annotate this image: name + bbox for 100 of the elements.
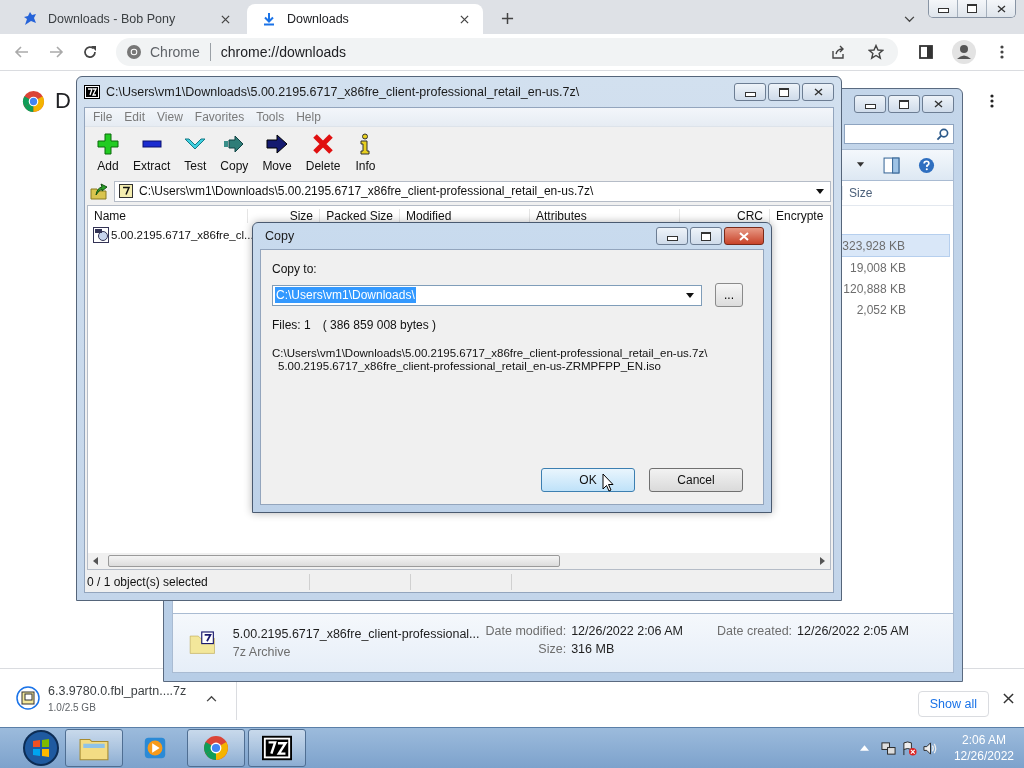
toolbar-button[interactable]: Test bbox=[178, 133, 213, 173]
restore-button[interactable] bbox=[957, 0, 986, 17]
toolbar-button[interactable]: Extract bbox=[127, 133, 177, 173]
close-icon bbox=[996, 4, 1006, 13]
browse-button[interactable]: ... bbox=[715, 283, 743, 307]
arrow-right-icon[interactable] bbox=[819, 557, 826, 565]
menu-item[interactable]: Tools bbox=[250, 110, 291, 124]
property-label: Date modified: bbox=[485, 624, 567, 638]
menu-item[interactable]: File bbox=[87, 110, 119, 124]
column-header[interactable]: Encrypte bbox=[770, 209, 830, 223]
reload-icon[interactable] bbox=[82, 44, 98, 60]
speaker-icon[interactable] bbox=[922, 740, 938, 756]
horizontal-scrollbar[interactable] bbox=[88, 553, 830, 569]
profile-icon[interactable] bbox=[952, 40, 976, 64]
caret-down-icon[interactable] bbox=[856, 162, 865, 168]
menu-item[interactable]: Favorites bbox=[188, 110, 251, 124]
menu-item[interactable]: View bbox=[151, 110, 189, 124]
close-button[interactable] bbox=[922, 95, 954, 113]
property-label: Size: bbox=[537, 642, 567, 656]
close-button[interactable] bbox=[986, 0, 1015, 17]
toolbar-button[interactable]: Move bbox=[256, 133, 298, 173]
show-all-button[interactable]: Show all bbox=[917, 691, 989, 717]
search-field[interactable] bbox=[844, 124, 954, 144]
property-value: 12/26/2022 2:05 AM bbox=[797, 624, 909, 638]
site-label: Chrome bbox=[150, 44, 200, 60]
flag-warning-icon[interactable] bbox=[901, 740, 917, 756]
close-icon[interactable] bbox=[221, 14, 230, 24]
close-button[interactable] bbox=[724, 227, 764, 245]
file-row[interactable]: 5.00.2195.6717_x86fre_cl... bbox=[88, 226, 256, 244]
close-icon bbox=[813, 88, 823, 96]
new-tab-icon[interactable] bbox=[501, 12, 514, 25]
window-title: C:\Users\vm1\Downloads\5.00.2195.6717_x86fre_client-professional_retail_en-us.7z\ bbox=[106, 85, 580, 99]
source-path: C:\Users\vm1\Downloads\5.00.2195.6717_x86fre_client-professional_retail_en-us.7z\ bbox=[272, 347, 709, 360]
address-bar[interactable]: Chrome chrome://downloads bbox=[116, 38, 898, 66]
file-size: 323,928 KB bbox=[842, 238, 905, 253]
maximize-button[interactable] bbox=[690, 227, 722, 245]
side-panel-icon[interactable] bbox=[918, 44, 934, 60]
file-type: 7z Archive bbox=[232, 645, 292, 659]
folder-up-icon[interactable] bbox=[90, 182, 108, 200]
archive-icon bbox=[119, 184, 133, 198]
status-text: 0 / 1 object(s) selected bbox=[86, 575, 209, 589]
close-icon bbox=[739, 231, 749, 241]
start-button[interactable] bbox=[22, 729, 60, 767]
property-label: Date created: bbox=[717, 624, 793, 638]
file-count: Files: 1 bbox=[272, 318, 311, 332]
archive-icon bbox=[16, 686, 40, 710]
chevron-down-icon[interactable] bbox=[904, 16, 915, 23]
source-path: 5.00.2195.6717_x86fre_client-professional_retail_en-us-ZRMPFPP_EN.iso bbox=[277, 360, 662, 373]
dropdown-arrow-icon[interactable] bbox=[816, 188, 824, 194]
file-size: 2,052 KB bbox=[856, 302, 906, 317]
close-icon bbox=[933, 100, 943, 108]
minimize-button[interactable] bbox=[734, 83, 766, 101]
download-icon bbox=[261, 11, 277, 27]
chrome-logo-icon bbox=[22, 89, 45, 113]
toolbar-button[interactable]: Add bbox=[91, 133, 125, 173]
close-button[interactable] bbox=[802, 83, 834, 101]
tab-title: Downloads - Bob Pony bbox=[48, 12, 177, 26]
chrome-logo-icon bbox=[201, 735, 231, 761]
download-size-text: 1.0/2.5 GB bbox=[48, 701, 97, 713]
property-value: 316 MB bbox=[571, 642, 616, 656]
disc-image-icon bbox=[93, 227, 109, 243]
minimize-button[interactable] bbox=[929, 0, 957, 17]
chrome-icon bbox=[126, 44, 142, 60]
download-filename[interactable]: 6.3.9780.0.fbl_partn....7z bbox=[48, 683, 198, 698]
dropdown-arrow-icon[interactable] bbox=[686, 292, 694, 298]
column-header[interactable]: Name bbox=[88, 209, 248, 223]
arrow-right-icon bbox=[266, 133, 289, 155]
maximize-button[interactable] bbox=[888, 95, 920, 113]
close-icon[interactable] bbox=[460, 14, 469, 24]
plus-icon bbox=[97, 133, 119, 155]
url-text: chrome://downloads bbox=[220, 44, 347, 60]
toolbar-button[interactable]: Delete bbox=[299, 133, 347, 173]
toolbar-button[interactable]: Copy bbox=[214, 133, 255, 173]
taskbar-app[interactable] bbox=[248, 729, 306, 767]
help-icon[interactable] bbox=[918, 156, 935, 174]
close-icon[interactable] bbox=[1003, 692, 1014, 704]
chevron-up-icon[interactable] bbox=[206, 694, 217, 702]
maximize-button[interactable] bbox=[768, 83, 800, 101]
app-logo-icon bbox=[84, 85, 100, 99]
dialog-button[interactable]: Cancel bbox=[649, 468, 743, 492]
toolbar-button[interactable]: Info bbox=[348, 133, 383, 173]
byte-count: ( 386 859 008 bytes ) bbox=[322, 318, 437, 332]
preview-pane-icon[interactable] bbox=[883, 156, 900, 174]
star-icon[interactable] bbox=[868, 44, 884, 60]
browser-tab[interactable]: Downloads bbox=[247, 4, 483, 34]
file-name: 5.00.2195.6717_x86fre_client-professional... bbox=[232, 627, 480, 641]
minimize-button[interactable] bbox=[854, 95, 886, 113]
arrow-left-icon[interactable] bbox=[92, 557, 99, 565]
minimize-button[interactable] bbox=[656, 227, 688, 245]
app-logo-icon bbox=[262, 735, 292, 761]
share-icon[interactable] bbox=[830, 44, 846, 60]
search-icon bbox=[936, 127, 949, 141]
path-field[interactable]: C:\Users\vm1\Downloads\5.00.2195.6717_x86fre_client-professional_retail_en-us.7z\ bbox=[114, 180, 831, 202]
menu-item[interactable]: Edit bbox=[118, 110, 152, 124]
field-label: Copy to: bbox=[272, 262, 318, 276]
menu-item[interactable]: Help bbox=[290, 110, 327, 124]
cursor-icon bbox=[602, 473, 614, 492]
dialog-button[interactable]: OK bbox=[541, 468, 635, 492]
browser-tab[interactable]: Downloads - Bob Pony bbox=[8, 4, 244, 34]
network-icon[interactable] bbox=[880, 740, 896, 756]
